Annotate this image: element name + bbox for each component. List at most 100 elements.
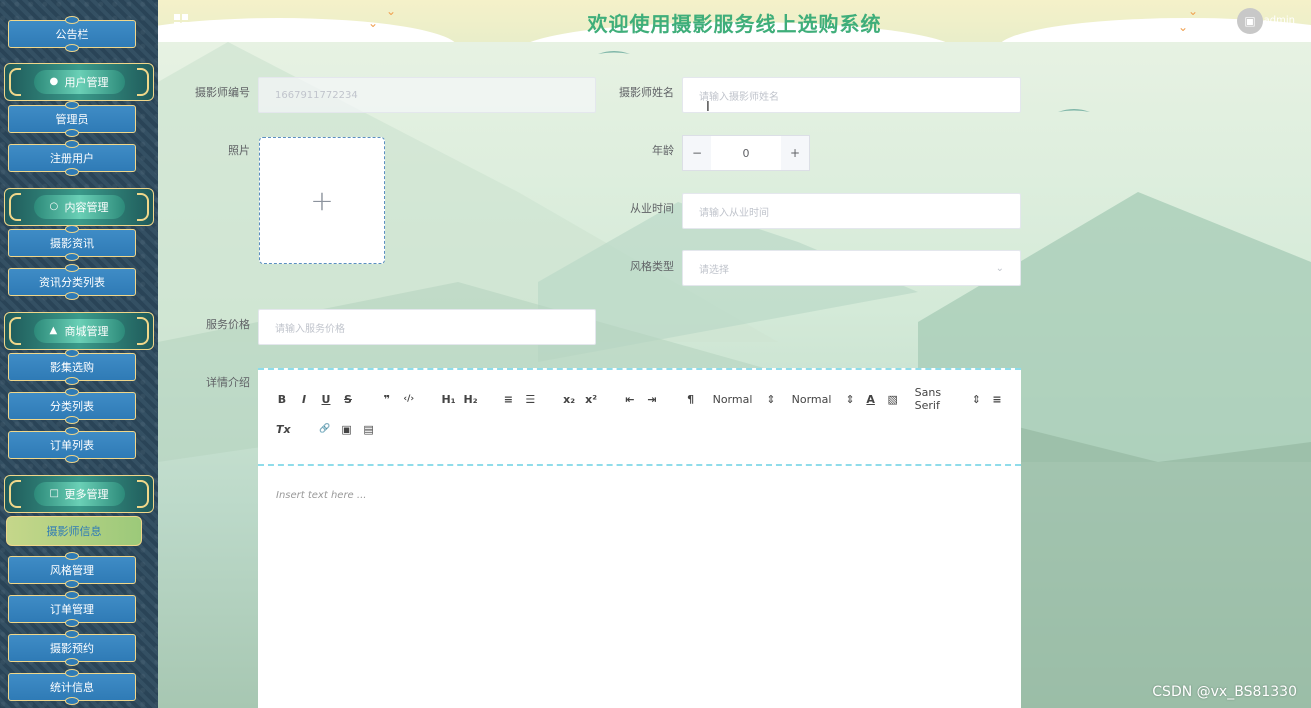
username[interactable]: admin [1264,15,1295,26]
chat-icon: ○ [49,201,59,212]
notch [65,168,79,176]
align-icon[interactable]: ≡ [991,393,1003,406]
group-pill: □ 更多管理 [33,482,125,506]
sidebar-item-news-categories[interactable]: 资讯分类列表 [8,264,136,300]
work-time-field[interactable]: 请输入从业时间 [682,193,1021,229]
field-placeholder: 请输入服务价格 [275,323,345,335]
notch [65,580,79,588]
link-button[interactable]: 🔗 [319,424,331,434]
label-style: 风格类型 [630,260,674,273]
plus-icon: + [310,184,334,217]
notch [65,388,79,396]
avatar[interactable]: ▣ [1237,8,1263,34]
sidebar-item-announcement[interactable]: 公告栏 [8,16,136,52]
label-work-time: 从业时间 [630,202,674,215]
italic-button[interactable]: I [298,393,310,406]
sidebar-item-statistics[interactable]: 统计信息 [8,669,136,705]
editor-placeholder[interactable]: Insert text here ... [276,490,366,501]
sidebar-group-label: 商城管理 [64,325,109,338]
rich-text-editor[interactable]: B I U S ❞ ‹/› H₁ H₂ ≡ ☰ x₂ x² ⇤ ⇥ ¶ Norm… [258,368,1021,708]
frame-deco [9,193,21,221]
age-value[interactable]: 0 [711,136,781,170]
sidebar-item-order-list[interactable]: 订单列表 [8,427,136,463]
select-value: Normal [791,392,832,406]
superscript-button[interactable]: x² [585,393,597,406]
sidebar-item-label: 摄影资讯 [50,237,94,250]
notch [65,292,79,300]
notch [65,591,79,599]
sidebar-item-registered-users[interactable]: 注册用户 [8,140,136,176]
notch [65,669,79,677]
sidebar-group-more[interactable]: □ 更多管理 [4,475,154,513]
notch [65,225,79,233]
updown-icon: ⇕ [971,392,981,406]
sidebar-item-style-management[interactable]: 风格管理 [8,552,136,588]
sidebar-item-photo-booking[interactable]: 摄影预约 [8,630,136,666]
header: ⌄ ⌄ ⌄ ⌄ 欢迎使用摄影服务线上选购系统 ▣ admin [158,0,1311,42]
main-content: 摄影师编号 1667911772234 摄影师姓名 请输入摄影师姓名 I 照片 … [158,42,1311,708]
header2-button[interactable]: H₂ [464,393,478,406]
sidebar-item-album-purchase[interactable]: 影集选购 [8,349,136,385]
age-stepper[interactable]: − 0 + [682,135,810,171]
notch [65,129,79,137]
sidebar-group-mall[interactable]: ▲ 商城管理 [4,312,154,350]
field-placeholder: 请选择 [699,264,729,276]
decrement-button[interactable]: − [683,136,711,170]
label-photographer-id: 摄影师编号 [195,86,250,99]
ordered-list-button[interactable]: ≡ [502,393,514,406]
background-color-icon[interactable]: ▧ [887,393,899,406]
bold-button[interactable]: B [276,393,288,406]
sidebar-item-label: 摄影预约 [50,642,94,655]
direction-button[interactable]: ¶ [685,393,697,406]
photographer-name-field[interactable]: 请输入摄影师姓名 [682,77,1021,113]
frame-deco [137,317,149,345]
bag-icon: ▲ [49,325,58,336]
sidebar-item-photo-news[interactable]: 摄影资讯 [8,225,136,261]
code-block-button[interactable]: ‹/› [403,394,415,404]
photo-upload[interactable]: + [259,137,385,264]
video-button[interactable]: ▤ [363,423,375,436]
editor-toolbar: B I U S ❞ ‹/› H₁ H₂ ≡ ☰ x₂ x² ⇤ ⇥ ¶ Norm… [258,368,1021,466]
sidebar-item-order-management[interactable]: 订单管理 [8,591,136,627]
field-placeholder: 请输入从业时间 [699,207,769,219]
sidebar-item-label: 统计信息 [50,681,94,694]
size-select[interactable]: Normal ⇕ [713,393,776,406]
notch [65,630,79,638]
strike-button[interactable]: S [342,393,354,406]
sidebar-group-content[interactable]: ○ 内容管理 [4,188,154,226]
sidebar-item-category-list[interactable]: 分类列表 [8,388,136,424]
notch [65,377,79,385]
blockquote-button[interactable]: ❞ [381,393,393,406]
watermark: CSDN @vx_BS81330 [1152,684,1297,700]
chevron-down-icon: ⌄ [995,262,1004,274]
frame-deco [9,68,21,96]
sidebar-group-label: 内容管理 [64,201,109,214]
indent-button[interactable]: ⇥ [646,393,658,406]
increment-button[interactable]: + [781,136,809,170]
sidebar-item-photographer-info[interactable]: 摄影师信息 [6,516,142,546]
underline-button[interactable]: U [320,393,332,406]
notch [65,101,79,109]
bullet-list-button[interactable]: ☰ [524,393,536,406]
notch [65,349,79,357]
text-color-icon[interactable]: A [865,393,877,406]
subscript-button[interactable]: x₂ [563,393,575,406]
notch [65,697,79,705]
notch [65,140,79,148]
sidebar-group-users[interactable]: ● 用户管理 [4,63,154,101]
sidebar-item-label: 订单管理 [50,603,94,616]
price-field[interactable]: 请输入服务价格 [258,309,596,345]
header1-button[interactable]: H₁ [442,393,456,406]
page-title: 欢迎使用摄影服务线上选购系统 [587,12,882,36]
image-button[interactable]: ▣ [341,423,353,436]
sidebar-item-label: 影集选购 [50,361,94,374]
clear-format-button[interactable]: Tx [276,423,291,436]
sidebar-item-admin[interactable]: 管理员 [8,101,136,137]
toolbar-row: B I U S ❞ ‹/› H₁ H₂ ≡ ☰ x₂ x² ⇤ ⇥ ¶ Norm… [276,384,1003,414]
photographer-id-field[interactable]: 1667911772234 [258,77,596,113]
outdent-button[interactable]: ⇤ [624,393,636,406]
frame-deco [137,480,149,508]
font-select[interactable]: Sans Serif ⇕ [915,386,981,412]
style-select[interactable]: 请选择 ⌄ [682,250,1021,286]
header-select[interactable]: Normal ⇕ [792,393,855,406]
